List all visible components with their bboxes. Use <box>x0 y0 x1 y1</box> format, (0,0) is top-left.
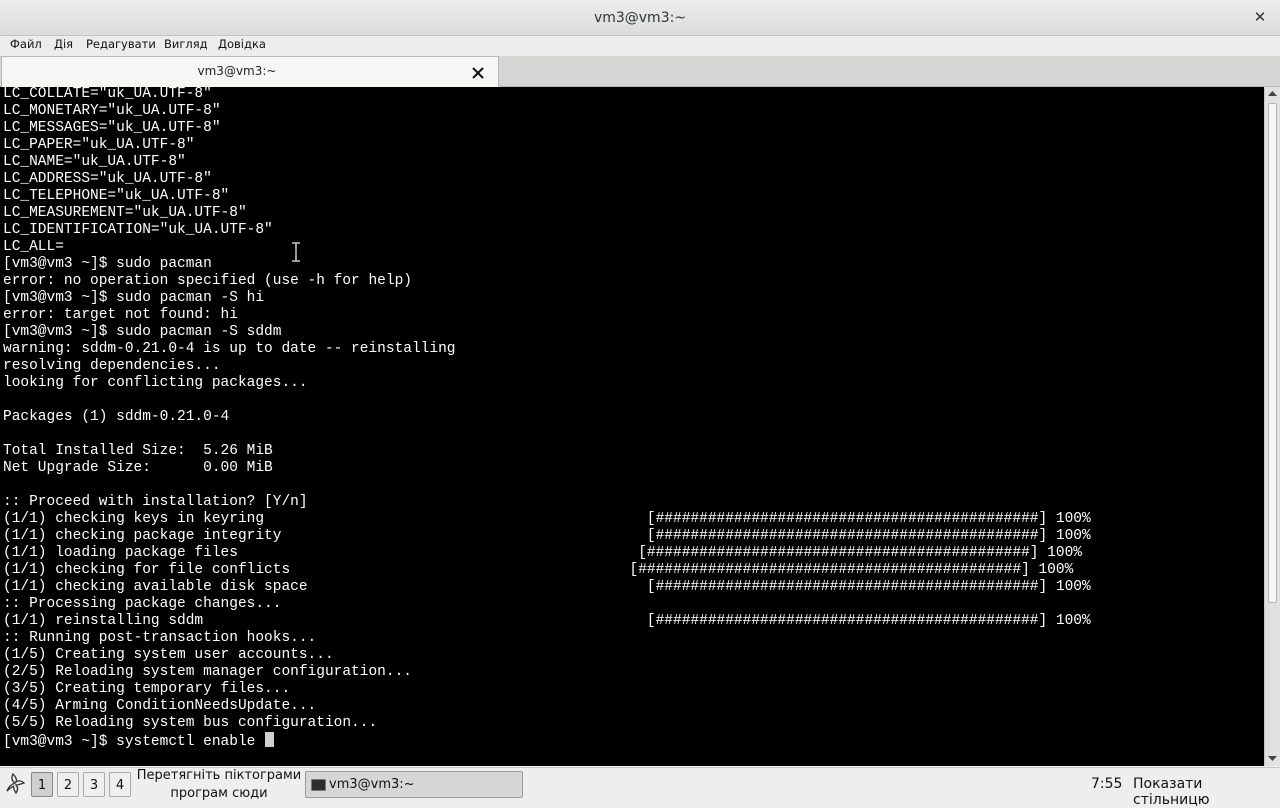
workspace-4[interactable]: 4 <box>109 772 131 797</box>
terminal-icon <box>311 779 326 791</box>
terminal-line: [vm3@vm3 ~]$ sudo pacman -S hi <box>3 290 265 306</box>
terminal-line: (4/5) Arming ConditionNeedsUpdate... <box>3 698 317 714</box>
terminal-line: LC_MEASUREMENT="uk_UA.UTF-8" <box>3 205 247 221</box>
workspace-1[interactable]: 1 <box>31 772 53 797</box>
terminal-line: Total Installed Size: 5.26 MiB <box>3 443 273 459</box>
terminal-text: LC_COLLATE="uk_UA.UTF-8" LC_MONETARY="uk_… <box>3 87 1091 750</box>
terminal-line: LC_MESSAGES="uk_UA.UTF-8" <box>3 120 221 136</box>
terminal-line: (5/5) Reloading system bus configuration… <box>3 715 378 731</box>
menu-edit[interactable]: Редагувати <box>86 37 156 51</box>
terminal-line: error: target not found: hi <box>3 307 238 323</box>
menu-view[interactable]: Вигляд <box>164 37 208 51</box>
menu-file[interactable]: Файл <box>10 37 42 51</box>
terminal-line: LC_ADDRESS="uk_UA.UTF-8" <box>3 171 212 187</box>
terminal-line: LC_ALL= <box>3 239 64 255</box>
terminal-line: :: Proceed with installation? [Y/n] <box>3 494 308 510</box>
taskbar-window-label: vm3@vm3:~ <box>329 777 415 792</box>
terminal-line: (1/1) checking available disk space [###… <box>3 579 1091 595</box>
window-close-icon[interactable]: ✕ <box>1250 7 1270 27</box>
terminal-line: (1/5) Creating system user accounts... <box>3 647 334 663</box>
terminal-line: LC_NAME="uk_UA.UTF-8" <box>3 154 186 170</box>
taskbar-window-button[interactable]: vm3@vm3:~ <box>305 771 523 798</box>
terminal-line: warning: sddm-0.21.0-4 is up to date -- … <box>3 341 456 357</box>
terminal-line: (1/1) checking keys in keyring [########… <box>3 511 1091 527</box>
menu-action[interactable]: Дія <box>54 37 73 51</box>
terminal-line: (1/1) checking for file conflicts [#####… <box>3 562 1074 578</box>
window-title: vm3@vm3:~ <box>593 10 687 26</box>
terminal-line: (1/1) checking package integrity [######… <box>3 528 1091 544</box>
terminal-line: (3/5) Creating temporary files... <box>3 681 291 697</box>
show-desktop-button[interactable]: Показати стільницю <box>1133 776 1280 808</box>
scroll-up-arrow-icon[interactable] <box>1268 90 1277 97</box>
terminal-line: LC_TELEPHONE="uk_UA.UTF-8" <box>3 188 230 204</box>
workspace-2[interactable]: 2 <box>57 772 79 797</box>
drop-hint-line-1: Перетягніть піктограми <box>136 768 302 783</box>
terminal-line: (1/1) loading package files [###########… <box>3 545 1082 561</box>
text-cursor-ibeam-icon <box>292 241 300 263</box>
tab-close-icon[interactable] <box>468 64 488 82</box>
window-titlebar: vm3@vm3:~ ✕ <box>0 0 1280 36</box>
terminal-line: looking for conflicting packages... <box>3 375 308 391</box>
terminal-line: (2/5) Reloading system manager configura… <box>3 664 412 680</box>
terminal-cursor <box>265 732 275 747</box>
terminal-line: resolving dependencies... <box>3 358 221 374</box>
terminal-line: LC_PAPER="uk_UA.UTF-8" <box>3 137 195 153</box>
terminal-line: :: Running post-transaction hooks... <box>3 630 317 646</box>
terminal-output[interactable]: LC_COLLATE="uk_UA.UTF-8" LC_MONETARY="uk_… <box>0 87 1264 766</box>
tab-label: vm3@vm3:~ <box>197 64 277 78</box>
terminal-line: LC_IDENTIFICATION="uk_UA.UTF-8" <box>3 222 273 238</box>
terminal-line: [vm3@vm3 ~]$ sudo pacman <box>3 256 212 272</box>
scrollbar-thumb[interactable] <box>1268 103 1277 603</box>
terminal-line: (1/1) reinstalling sddm [###############… <box>3 613 1091 629</box>
terminal-line: LC_COLLATE="uk_UA.UTF-8" <box>3 87 212 102</box>
tab-terminal[interactable]: vm3@vm3:~ <box>1 56 499 87</box>
scroll-down-arrow-icon[interactable] <box>1268 755 1277 762</box>
terminal-line: LC_MONETARY="uk_UA.UTF-8" <box>3 103 221 119</box>
terminal-scrollbar[interactable] <box>1264 87 1280 766</box>
taskbar: 1 2 3 4 Перетягніть піктограми програм с… <box>0 767 1280 808</box>
launcher-drop-hint: Перетягніть піктограми програм сюди <box>134 767 304 803</box>
terminal-line: [vm3@vm3 ~]$ sudo pacman -S sddm <box>3 324 282 340</box>
menu-bar: Файл Дія Редагувати Вигляд Довідка <box>0 36 1280 56</box>
terminal-line: Packages (1) sddm-0.21.0-4 <box>3 409 230 425</box>
menu-help[interactable]: Довідка <box>218 37 266 51</box>
terminal-line: Net Upgrade Size: 0.00 MiB <box>3 460 273 476</box>
tab-strip: vm3@vm3:~ <box>0 56 1280 87</box>
terminal-line: [vm3@vm3 ~]$ systemctl enable <box>3 732 1091 750</box>
drop-hint-line-2: програм сюди <box>170 786 268 801</box>
clock[interactable]: 7:55 <box>1091 776 1122 792</box>
terminal-line: error: no operation specified (use -h fo… <box>3 273 412 289</box>
app-menu-icon[interactable] <box>3 771 27 795</box>
terminal-line: :: Processing package changes... <box>3 596 282 612</box>
workspace-3[interactable]: 3 <box>83 772 105 797</box>
